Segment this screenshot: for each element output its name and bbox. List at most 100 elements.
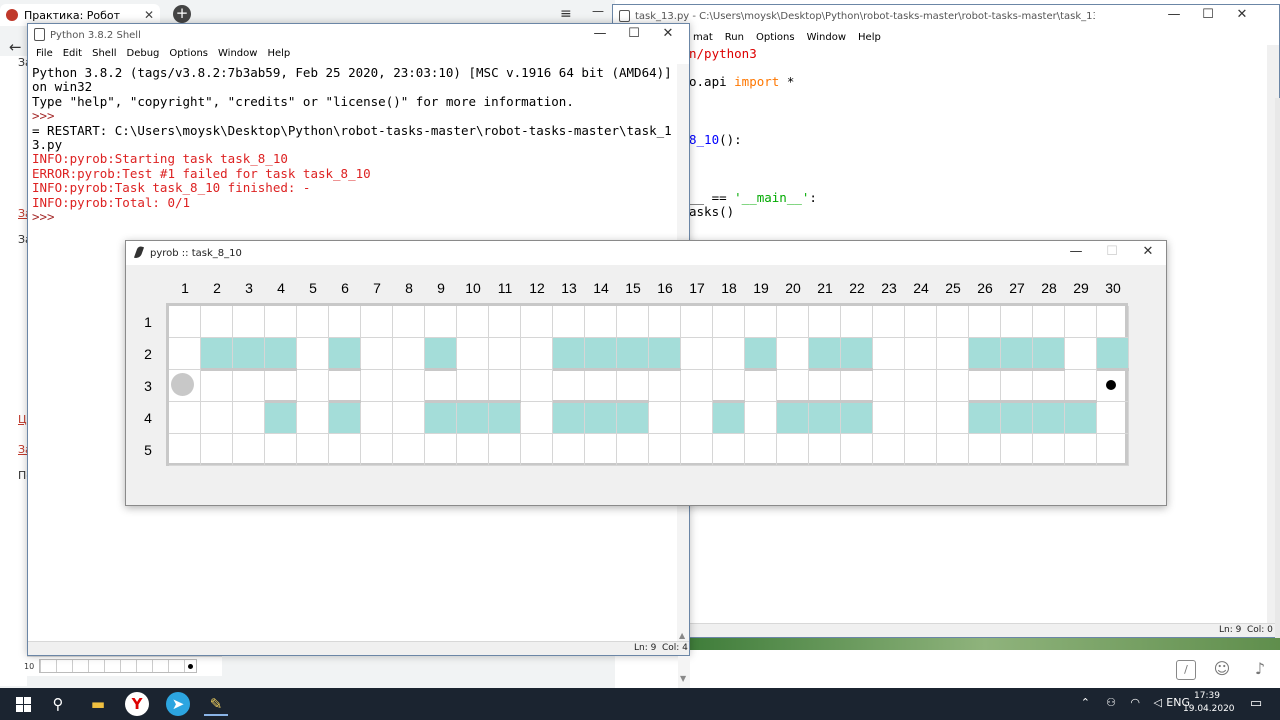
windows-start-icon[interactable] xyxy=(11,692,35,716)
board-wall xyxy=(649,368,681,371)
board-cell xyxy=(265,434,297,466)
column-label: 24 xyxy=(913,280,929,296)
board-wall xyxy=(745,368,777,371)
board-cell xyxy=(905,370,937,402)
board-cell xyxy=(393,402,425,434)
board-wall xyxy=(713,400,745,403)
scroll-down-icon[interactable]: ▲ xyxy=(679,631,685,640)
board-wall xyxy=(1033,368,1065,371)
board-cell xyxy=(457,434,489,466)
shell-title: Python 3.8.2 Shell xyxy=(50,29,141,41)
robot-board xyxy=(166,303,1129,466)
notifications-icon[interactable]: ▭ xyxy=(1244,692,1268,716)
volume-icon[interactable]: ◁ xyxy=(1154,696,1162,709)
board-cell xyxy=(969,402,1001,434)
telegram-icon[interactable]: ➤ xyxy=(166,692,190,716)
shell-titlebar[interactable]: Python 3.8.2 Shell — ☐ ✕ xyxy=(28,24,689,46)
network-icon[interactable]: ⚇ xyxy=(1106,696,1116,709)
browser-menu-icon[interactable]: ≡ xyxy=(560,6,572,22)
page-link[interactable]: Ц xyxy=(18,413,27,426)
chevron-up-icon[interactable]: ⌃ xyxy=(1081,696,1090,709)
page-left-strip xyxy=(0,56,27,686)
back-arrow-icon[interactable]: ← xyxy=(9,38,22,56)
column-label: 7 xyxy=(373,280,381,296)
column-label: 30 xyxy=(1105,280,1121,296)
emoji-icon[interactable]: ☺ xyxy=(1212,660,1232,680)
pyrob-titlebar[interactable]: pyrob :: task_8_10 — ☐ ✕ xyxy=(126,241,1166,265)
editor-titlebar[interactable]: task_13.py - C:\Users\moysk\Desktop\Pyth… xyxy=(613,5,1279,27)
board-cell xyxy=(649,306,681,338)
menu-debug[interactable]: Debug xyxy=(122,46,165,64)
menu-options[interactable]: Options xyxy=(164,46,213,64)
code-area[interactable]: n/python3 o.api import * 8_10(): __ == '… xyxy=(689,46,817,218)
scroll-down-icon[interactable]: ▼ xyxy=(680,674,686,683)
search-icon[interactable]: ⚲ xyxy=(46,692,70,716)
code-text: asks() xyxy=(689,204,735,219)
board-cell xyxy=(713,306,745,338)
menu-help[interactable]: Help xyxy=(262,46,295,64)
close-tab-icon[interactable]: ✕ xyxy=(144,8,154,22)
board-cell xyxy=(1065,402,1097,434)
menu-help[interactable]: Help xyxy=(852,29,887,49)
clock-date: 19.04.2020 xyxy=(1183,704,1235,714)
file-explorer-icon[interactable]: ▬ xyxy=(86,692,110,716)
board-cell xyxy=(1033,402,1065,434)
board-cell xyxy=(841,306,873,338)
menu-window[interactable]: Window xyxy=(801,29,852,49)
board-cell xyxy=(361,370,393,402)
board-cell xyxy=(553,338,585,370)
board-wall xyxy=(489,400,521,403)
minimize-icon[interactable]: — xyxy=(583,26,617,41)
board-cell xyxy=(809,338,841,370)
board-cell xyxy=(1001,306,1033,338)
row-label: 4 xyxy=(144,410,152,426)
board-cell xyxy=(681,306,713,338)
close-icon[interactable]: ✕ xyxy=(651,26,685,41)
menu-options[interactable]: Options xyxy=(750,29,801,49)
minimize-icon[interactable]: — xyxy=(592,4,604,18)
microphone-icon[interactable]: ♪ xyxy=(1250,660,1270,680)
shell-scrollbar-lower[interactable]: ▼ xyxy=(678,656,690,688)
feather-icon xyxy=(133,245,145,260)
board-cell xyxy=(1001,402,1033,434)
editor-title: task_13.py - C:\Users\moysk\Desktop\Pyth… xyxy=(635,10,1095,22)
code-text: : xyxy=(809,190,817,205)
close-icon[interactable]: ✕ xyxy=(1130,244,1166,259)
menu-edit[interactable]: Edit xyxy=(58,46,87,64)
mini-grid xyxy=(39,659,197,673)
code-text: __ == xyxy=(689,190,735,205)
minimize-icon[interactable]: — xyxy=(1157,7,1191,22)
board-cell xyxy=(361,306,393,338)
shell-prompt: >>> xyxy=(32,108,55,124)
menu-file[interactable]: File xyxy=(31,46,58,64)
column-label: 15 xyxy=(625,280,641,296)
page-footer-preview: 10 xyxy=(24,656,222,676)
menu-shell[interactable]: Shell xyxy=(87,46,121,64)
minimize-icon[interactable]: — xyxy=(1058,244,1094,259)
maximize-icon[interactable]: ☐ xyxy=(1191,7,1225,22)
board-cell xyxy=(1097,338,1129,370)
yandex-browser-icon[interactable]: Y xyxy=(125,692,149,716)
board-wall xyxy=(425,400,457,403)
board-cell xyxy=(937,338,969,370)
menu-window[interactable]: Window xyxy=(213,46,262,64)
board-wall xyxy=(1001,400,1033,403)
wifi-icon[interactable]: ◠ xyxy=(1130,696,1140,709)
close-icon[interactable]: ✕ xyxy=(1225,7,1259,22)
board-cell xyxy=(457,338,489,370)
board-cell xyxy=(201,434,233,466)
new-tab-button[interactable]: + xyxy=(173,5,191,23)
board-wall xyxy=(553,368,585,371)
code-keyword: import xyxy=(734,74,780,89)
python-idle-icon[interactable]: ✎ xyxy=(204,692,228,716)
code-text: * xyxy=(779,74,795,89)
shell-output[interactable]: Python 3.8.2 (tags/v3.8.2:7b3ab59, Feb 2… xyxy=(32,65,677,224)
board-cell xyxy=(969,338,1001,370)
sticker-icon[interactable]: / xyxy=(1176,660,1196,680)
clock[interactable]: 17:39 19.04.2020 xyxy=(1183,690,1235,716)
board-wall xyxy=(585,400,617,403)
clock-time: 17:39 xyxy=(1194,691,1220,701)
board-cell xyxy=(585,370,617,402)
board-wall xyxy=(809,400,841,403)
maximize-icon[interactable]: ☐ xyxy=(617,26,651,41)
